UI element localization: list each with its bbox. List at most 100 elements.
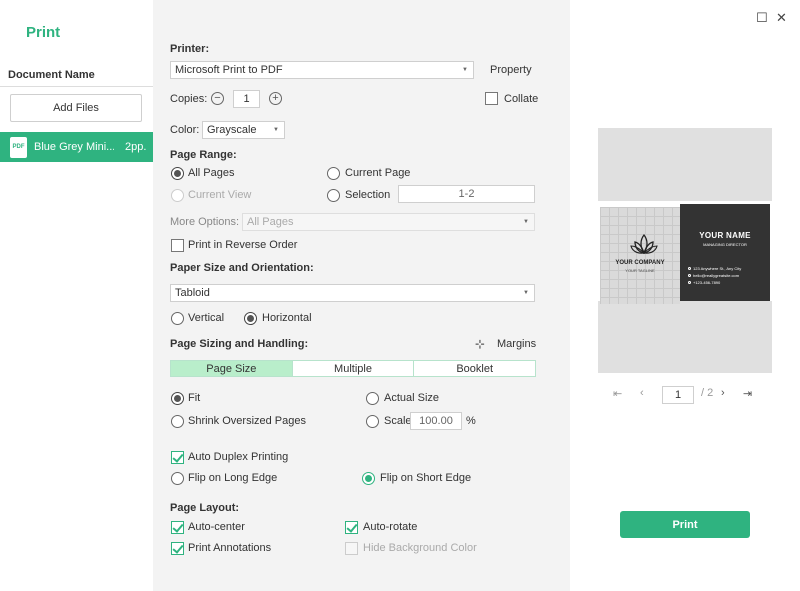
collate-label: Collate <box>504 93 539 105</box>
document-page-count: 2pp. <box>125 141 147 153</box>
reverse-order-checkbox[interactable] <box>171 239 184 252</box>
card-phone: +123-456-7890 <box>688 280 720 285</box>
card-role: MANAGING DIRECTOR <box>703 242 747 247</box>
reverse-order-label: Print in Reverse Order <box>188 239 298 251</box>
sizing-tabs: Page Size Multiple Booklet <box>170 360 536 377</box>
auto-duplex-checkbox[interactable] <box>171 451 184 464</box>
vertical-radio[interactable] <box>171 312 184 325</box>
email-icon <box>688 274 691 278</box>
card-front: YOUR COMPANY YOUR TAGLINE <box>600 207 680 304</box>
scale-label: Scale <box>384 415 412 427</box>
increase-copies-button[interactable]: + <box>269 92 282 105</box>
print-annotations-checkbox[interactable] <box>171 542 184 555</box>
all-pages-radio[interactable] <box>171 167 184 180</box>
last-page-icon[interactable]: ⇥ <box>743 387 752 400</box>
app-title: Print <box>26 24 61 41</box>
scale-input[interactable]: 100.00 <box>410 412 462 430</box>
more-options-select-value: All Pages <box>247 216 294 228</box>
scale-radio[interactable] <box>366 415 379 428</box>
card-back: YOUR NAME MANAGING DIRECTOR 123 Anywhere… <box>680 204 770 301</box>
phone-icon <box>688 281 691 285</box>
page-sizing-label: Page Sizing and Handling: <box>170 338 309 350</box>
printer-select-value: Microsoft Print to PDF <box>175 64 283 76</box>
card-phone-text: +123-456-7890 <box>693 280 721 285</box>
vertical-label: Vertical <box>188 312 225 324</box>
document-panel: Print Document Name Add Files PDF Blue G… <box>0 0 153 591</box>
shrink-label: Shrink Oversized Pages <box>188 415 306 427</box>
percent-label: % <box>466 415 476 427</box>
short-edge-radio[interactable] <box>362 472 375 485</box>
hide-background-label: Hide Background Color <box>363 542 477 554</box>
printer-label: Printer: <box>170 43 210 55</box>
copies-input[interactable]: 1 <box>233 90 260 108</box>
margins-icon[interactable]: ⊹ <box>475 337 485 351</box>
card-email: hello@reallygreatsite.com <box>688 273 739 278</box>
print-button[interactable]: Print <box>620 511 750 538</box>
previous-page-icon[interactable]: ‹ <box>640 387 644 399</box>
page-number-input[interactable]: 1 <box>662 386 694 404</box>
shrink-radio[interactable] <box>171 415 184 428</box>
tab-page-size[interactable]: Page Size <box>171 361 293 376</box>
chevron-down-icon: ▼ <box>273 127 279 133</box>
fit-radio[interactable] <box>171 392 184 405</box>
business-card-preview: YOUR COMPANY YOUR TAGLINE YOUR NAME MANA… <box>598 201 772 304</box>
auto-rotate-label: Auto-rotate <box>363 521 418 533</box>
card-address-text: 123 Anywhere St., Any City <box>693 266 742 271</box>
actual-size-radio[interactable] <box>366 392 379 405</box>
tab-booklet[interactable]: Booklet <box>414 361 536 376</box>
print-settings-panel: Printer: Microsoft Print to PDF ▼ Proper… <box>153 0 570 591</box>
auto-center-checkbox[interactable] <box>171 521 184 534</box>
property-link[interactable]: Property <box>490 64 532 76</box>
collate-checkbox[interactable] <box>485 92 498 105</box>
more-options-label: More Options: <box>170 216 240 228</box>
margins-link[interactable]: Margins <box>497 338 536 350</box>
first-page-icon[interactable]: ⇤ <box>613 387 622 400</box>
card-company: YOUR COMPANY <box>615 260 665 266</box>
color-select[interactable]: Grayscale ▼ <box>202 121 285 139</box>
preview-panel: ☐ ✕ YOUR COMPANY YOUR TAGLINE YOUR NAME … <box>570 0 800 591</box>
chevron-down-icon: ▼ <box>462 67 468 73</box>
actual-size-label: Actual Size <box>384 392 440 404</box>
auto-rotate-checkbox[interactable] <box>345 521 358 534</box>
all-pages-label: All Pages <box>188 167 235 179</box>
horizontal-radio[interactable] <box>244 312 257 325</box>
selection-radio[interactable] <box>327 189 340 202</box>
color-select-value: Grayscale <box>207 124 257 136</box>
current-page-label: Current Page <box>345 167 411 179</box>
card-email-text: hello@reallygreatsite.com <box>693 273 740 278</box>
card-name: YOUR NAME <box>699 231 751 240</box>
printer-select[interactable]: Microsoft Print to PDF ▼ <box>170 61 474 79</box>
paper-size-label: Paper Size and Orientation: <box>170 262 314 274</box>
location-icon <box>688 267 691 271</box>
chevron-down-icon: ▼ <box>523 290 529 296</box>
paper-size-select[interactable]: Tabloid ▼ <box>170 284 535 302</box>
current-page-radio[interactable] <box>327 167 340 180</box>
horizontal-label: Horizontal <box>262 312 312 324</box>
page-preview: YOUR COMPANY YOUR TAGLINE YOUR NAME MANA… <box>598 128 772 373</box>
divider <box>0 86 153 87</box>
tab-multiple[interactable]: Multiple <box>292 361 415 376</box>
page-range-label: Page Range: <box>170 149 237 161</box>
hide-background-checkbox[interactable] <box>345 542 358 555</box>
copies-label: Copies: <box>170 93 208 105</box>
chevron-down-icon: ▼ <box>523 219 529 225</box>
more-options-select[interactable]: All Pages ▼ <box>242 213 535 231</box>
long-edge-label: Flip on Long Edge <box>188 472 278 484</box>
document-name: Blue Grey Mini... <box>34 141 114 153</box>
pdf-file-icon: PDF <box>10 136 27 158</box>
short-edge-label: Flip on Short Edge <box>380 472 472 484</box>
decrease-copies-button[interactable]: − <box>211 92 224 105</box>
card-address: 123 Anywhere St., Any City <box>688 266 741 271</box>
document-item[interactable]: PDF Blue Grey Mini... 2pp. <box>0 132 153 162</box>
selection-range-input[interactable]: 1-2 <box>398 185 535 203</box>
close-icon[interactable]: ✕ <box>776 10 787 26</box>
print-annotations-label: Print Annotations <box>188 542 272 554</box>
page-total: / 2 <box>701 387 714 399</box>
next-page-icon[interactable]: › <box>721 387 725 399</box>
document-list-header: Document Name <box>8 69 95 81</box>
maximize-icon[interactable]: ☐ <box>756 10 768 26</box>
add-files-button[interactable]: Add Files <box>10 94 142 122</box>
current-view-radio[interactable] <box>171 189 184 202</box>
long-edge-radio[interactable] <box>171 472 184 485</box>
fit-label: Fit <box>188 392 201 404</box>
